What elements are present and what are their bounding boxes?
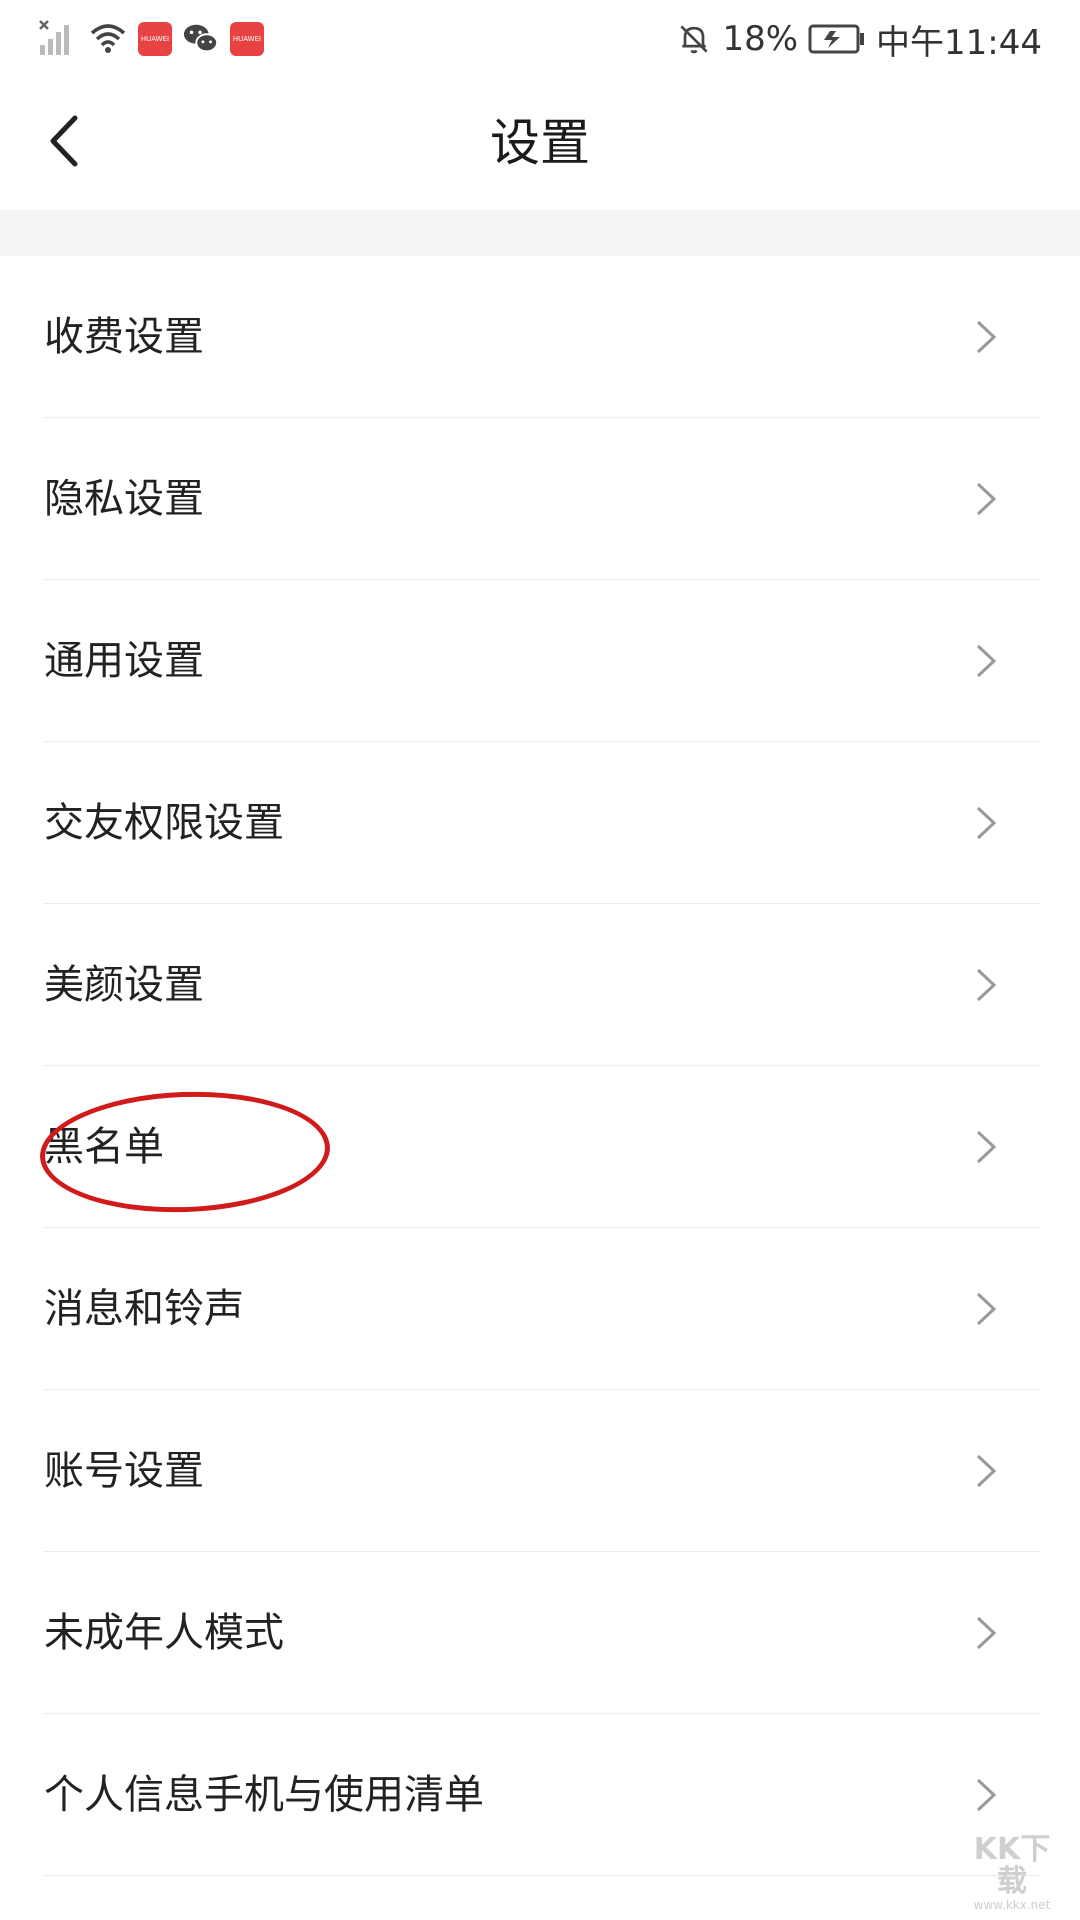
settings-item-account[interactable]: 账号设置 (0, 1390, 1080, 1552)
watermark-sub: www.kkx.net (973, 1898, 1051, 1912)
settings-item-label: 收费设置 (44, 314, 204, 360)
huawei-appgallery-icon: HUAWEI (138, 22, 172, 56)
settings-item-charge[interactable]: 收费设置 (0, 256, 1080, 418)
chevron-right-icon (976, 1292, 997, 1326)
settings-item-label: 通用设置 (44, 638, 204, 684)
page-title: 设置 (490, 114, 590, 172)
wifi-icon (90, 24, 126, 53)
status-time: 中午11:44 (876, 22, 1042, 63)
signal-x-icon (39, 20, 69, 55)
chevron-right-icon (976, 1616, 997, 1650)
settings-item-messages-ringtone[interactable]: 消息和铃声 (0, 1228, 1080, 1390)
settings-item-label: 美颜设置 (44, 962, 204, 1008)
battery-percent: 18% (722, 19, 799, 59)
section-divider (0, 210, 1080, 256)
settings-item-minor-mode[interactable]: 未成年人模式 (0, 1552, 1080, 1714)
chevron-right-icon (976, 1130, 997, 1164)
chevron-right-icon (976, 1454, 997, 1488)
status-bar-left: HUAWEI HUAWEI (38, 14, 264, 64)
settings-item-label: 个人信息手机与使用清单 (44, 1772, 484, 1818)
settings-item-beauty[interactable]: 美颜设置 (0, 904, 1080, 1066)
battery-charging-icon (808, 24, 865, 54)
watermark-main: KK下载 (973, 1832, 1051, 1899)
settings-item-blacklist[interactable]: 黑名单 (0, 1066, 1080, 1228)
settings-item-label: 交友权限设置 (44, 800, 284, 846)
bell-off-icon (680, 25, 708, 54)
status-bar: HUAWEI HUAWEI 18% 中午11:44 (0, 0, 1080, 76)
settings-item-label: 消息和铃声 (44, 1286, 244, 1332)
settings-item-privacy[interactable]: 隐私设置 (0, 418, 1080, 580)
wechat-icon (183, 24, 219, 53)
huawei-appgallery-icon: HUAWEI (230, 22, 264, 56)
settings-item-general[interactable]: 通用设置 (0, 580, 1080, 742)
chevron-right-icon (976, 806, 997, 840)
chevron-right-icon (976, 1778, 997, 1812)
settings-item-label: 未成年人模式 (44, 1610, 284, 1656)
settings-item-personal-info-list[interactable]: 个人信息手机与使用清单 (0, 1714, 1080, 1876)
chevron-right-icon (976, 320, 997, 354)
status-bar-right: 18% 中午11:44 (676, 14, 1042, 64)
nav-bar: 设置 (0, 76, 1080, 210)
settings-item-label: 隐私设置 (44, 476, 204, 522)
settings-item-label: 账号设置 (44, 1448, 204, 1494)
chevron-right-icon (976, 644, 997, 678)
chevron-right-icon (976, 482, 997, 516)
settings-item-friend-permission[interactable]: 交友权限设置 (0, 742, 1080, 904)
watermark: KK下载 www.kkx.net (962, 1832, 1062, 1913)
settings-item-label: 黑名单 (44, 1124, 164, 1170)
settings-list: 收费设置 隐私设置 通用设置 交友权限设置 美颜设置 黑名单 消息和铃声 账号设… (0, 256, 1080, 1876)
chevron-right-icon (976, 968, 997, 1002)
